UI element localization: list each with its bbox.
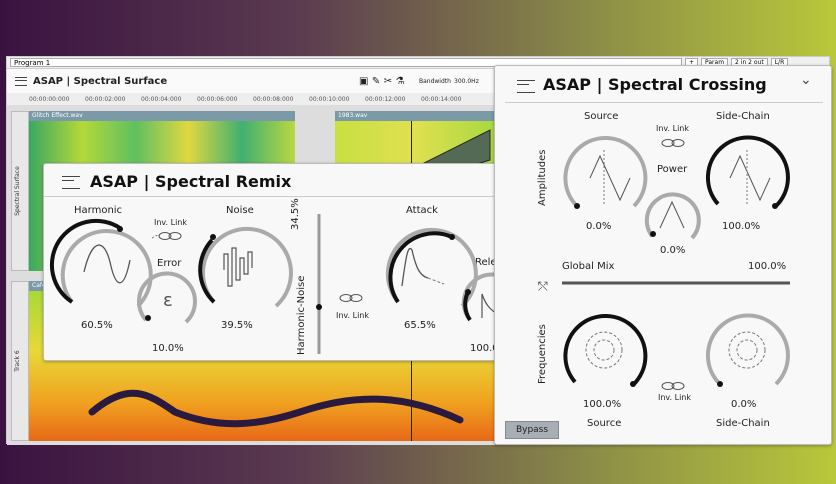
error-label: Error	[157, 258, 182, 269]
divider	[505, 102, 823, 103]
freq-source-value: 100.0%	[583, 399, 622, 410]
inv-link-label-2: Inv. Link	[658, 393, 692, 402]
inv-link-label: Inv. Link	[154, 218, 188, 227]
inv-link-label-2: Inv. Link	[336, 311, 370, 320]
attack-label: Attack	[406, 205, 438, 216]
bypass-button[interactable]: Bypass	[505, 421, 559, 439]
chevron-down-icon[interactable]: ⌄	[800, 72, 812, 88]
crossing-title: ASAP | Spectral Crossing	[543, 75, 767, 94]
freq-source-label: Source	[587, 418, 622, 429]
source-value: 0.0%	[586, 221, 612, 232]
spectral-remix-panel: ASAP | Spectral Remix ⌄	[43, 163, 536, 361]
sidechain-label: Side-Chain	[716, 111, 770, 122]
sidechain-value: 100.0%	[722, 221, 761, 232]
frequencies-label: Frequencies	[537, 324, 548, 384]
remix-menu-icon[interactable]	[62, 176, 80, 189]
hn-label: Harmonic-Noise	[296, 275, 307, 355]
global-mix-value: 100.0%	[748, 261, 787, 272]
hn-value: 34.5%	[290, 198, 301, 230]
power-value: 0.0%	[660, 245, 686, 256]
inv-link-label: Inv. Link	[656, 124, 690, 133]
freq-sidechain-label: Side-Chain	[716, 418, 770, 429]
freq-sidechain-value: 0.0%	[731, 399, 757, 410]
harmonic-value: 60.5%	[81, 320, 113, 331]
source-label: Source	[584, 111, 619, 122]
crossing-menu-icon[interactable]	[517, 80, 535, 93]
divider	[44, 196, 530, 197]
power-label: Power	[657, 164, 688, 175]
noise-value: 39.5%	[221, 320, 253, 331]
attack-value: 65.5%	[404, 320, 436, 331]
remix-title: ASAP | Spectral Remix	[90, 172, 292, 191]
noise-label: Noise	[226, 205, 254, 216]
harmonic-label: Harmonic	[74, 205, 123, 216]
global-mix-label: Global Mix	[562, 261, 615, 272]
error-value: 10.0%	[152, 343, 184, 354]
amplitudes-label: Amplitudes	[537, 149, 548, 206]
